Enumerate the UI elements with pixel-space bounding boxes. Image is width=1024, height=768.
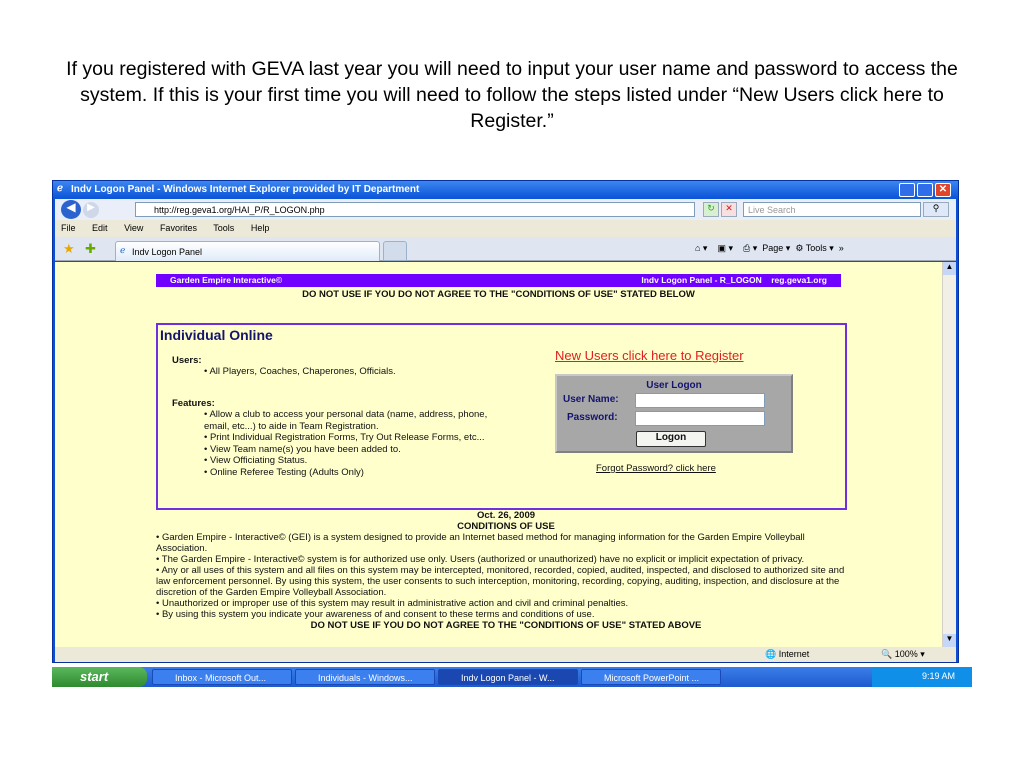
features-heading: Features: [172, 398, 215, 409]
zone-label: Internet [778, 649, 810, 659]
browser-window: ℯ Indv Logon Panel - Windows Internet Ex… [52, 180, 959, 663]
scroll-down-button[interactable]: ▼ [943, 634, 956, 647]
forward-button[interactable]: ▶ [83, 202, 99, 218]
stop-button[interactable]: ✕ [721, 202, 737, 217]
vertical-scrollbar[interactable]: ▲ ▼ [942, 262, 956, 647]
tools-menu-label: Tools [805, 243, 827, 253]
zoom-level: 100% [894, 649, 918, 659]
feeds-icon[interactable]: ▣ ▾ [717, 243, 733, 253]
internet-zone: 🌐 Internet [765, 649, 810, 659]
individual-online-panel: Individual Online Users: • All Players, … [156, 323, 847, 510]
panel-title: Individual Online [160, 327, 273, 343]
task-individuals[interactable]: Individuals - Windows... [295, 669, 435, 685]
condition-item: • Any or all uses of this system and all… [156, 565, 845, 598]
banner-right: Indv Logon Panel - R_LOGON reg.geva1.org [641, 275, 827, 285]
tab-indv-logon-panel[interactable]: ℯ Indv Logon Panel [115, 241, 380, 261]
warning-bottom: DO NOT USE IF YOU DO NOT AGREE TO THE "C… [310, 620, 702, 631]
add-favorite-icon[interactable]: ✚ [85, 241, 96, 257]
password-input[interactable] [635, 411, 765, 426]
new-tab-button[interactable] [383, 241, 407, 261]
logon-button[interactable]: Logon [636, 431, 706, 447]
print-icon[interactable]: ⎙ ▾ [743, 243, 757, 253]
ie-icon: ℯ [120, 245, 126, 255]
warning-top: DO NOT USE IF YOU DO NOT AGREE TO THE "C… [302, 289, 695, 300]
window-title: Indv Logon Panel - Windows Internet Expl… [71, 184, 420, 195]
title-bar: ℯ Indv Logon Panel - Windows Internet Ex… [53, 181, 958, 199]
feature-item: • View Team name(s) you have been added … [204, 443, 401, 455]
task-powerpoint[interactable]: Microsoft PowerPoint ... [581, 669, 721, 685]
feature-item: • Print Individual Registration Forms, T… [204, 432, 485, 443]
menu-edit[interactable]: Edit [92, 223, 108, 233]
scroll-up-button[interactable]: ▲ [943, 262, 956, 275]
page-content: Garden Empire Interactive© Indv Logon Pa… [55, 262, 942, 647]
task-inbox[interactable]: Inbox - Microsoft Out... [152, 669, 292, 685]
back-button[interactable]: ◀ [61, 200, 81, 219]
favorites-star-icon[interactable]: ★ [63, 241, 75, 257]
forgot-password-link[interactable]: Forgot Password? click here [596, 463, 716, 474]
ie-icon: ℯ [57, 183, 63, 194]
maximize-button[interactable] [917, 183, 933, 197]
banner-left: Garden Empire Interactive© [170, 275, 283, 285]
menu-bar: File Edit View Favorites Tools Help [55, 220, 956, 237]
site-banner: Garden Empire Interactive© Indv Logon Pa… [156, 274, 841, 287]
tools-menu[interactable]: ⚙ Tools ▾ [795, 243, 833, 253]
tab-bar: ★ ✚ ℯ Indv Logon Panel ⌂ ▾ ▣ ▾ ⎙ ▾ Page … [55, 237, 956, 261]
tab-label: Indv Logon Panel [132, 247, 203, 257]
menu-tools[interactable]: Tools [213, 223, 234, 233]
conditions-title: CONDITIONS OF USE [457, 521, 555, 532]
conditions-of-use: Oct. 26, 2009 CONDITIONS OF USE • Garden… [156, 510, 856, 631]
slide-caption: If you registered with GEVA last year yo… [66, 58, 958, 132]
password-label: Password: [567, 412, 618, 423]
status-bar: 🌐 Internet 🔍 100% ▾ [55, 647, 956, 662]
minimize-button[interactable] [899, 183, 915, 197]
url-input[interactable]: http://reg.geva1.org/HAI_P/R_LOGON.php [135, 202, 695, 217]
page-menu-label: Page [762, 243, 784, 253]
login-box: User Logon User Name: Password: Logon [555, 374, 793, 453]
search-input[interactable]: Live Search [743, 202, 921, 217]
command-bar: ⌂ ▾ ▣ ▾ ⎙ ▾ Page ▾ ⚙ Tools ▾ » [695, 243, 844, 253]
condition-item: • By using this system you indicate your… [156, 609, 595, 620]
address-bar-row: ◀ ▶ http://reg.geva1.org/HAI_P/R_LOGON.p… [55, 199, 956, 220]
system-tray: 9:19 AM [872, 667, 972, 687]
condition-item: • Unauthorized or improper use of this s… [156, 598, 629, 609]
home-icon[interactable]: ⌂ ▾ [695, 243, 707, 253]
menu-help[interactable]: Help [251, 223, 270, 233]
clock: 9:19 AM [922, 671, 956, 681]
menu-favorites[interactable]: Favorites [160, 223, 197, 233]
condition-item: • The Garden Empire - Interactive© syste… [156, 554, 805, 565]
zoom-control[interactable]: 🔍 100% ▾ [881, 649, 925, 660]
condition-item: • Garden Empire - Interactive© (GEI) is … [156, 532, 805, 554]
search-icon[interactable]: ⚲ [923, 202, 949, 217]
username-label: User Name: [563, 394, 619, 405]
users-heading: Users: [172, 355, 202, 366]
menu-file[interactable]: File [61, 223, 76, 233]
menu-view[interactable]: View [124, 223, 143, 233]
refresh-button[interactable]: ↻ [703, 202, 719, 217]
username-input[interactable] [635, 393, 765, 408]
feature-item: • Online Referee Testing (Adults Only) [204, 466, 364, 478]
feature-item: • View Officiating Status. [204, 455, 308, 466]
close-button[interactable]: ✕ [935, 183, 951, 197]
login-heading: User Logon [646, 380, 702, 391]
task-indv-logon-panel[interactable]: Indv Logon Panel - W... [438, 669, 578, 685]
start-button[interactable]: start [52, 667, 147, 687]
feature-item: • Allow a club to access your personal d… [204, 409, 488, 432]
taskbar: start Inbox - Microsoft Out... Individua… [52, 667, 972, 687]
users-item: • All Players, Coaches, Chaperones, Offi… [204, 366, 396, 377]
register-link[interactable]: New Users click here to Register [555, 348, 744, 363]
page-menu[interactable]: Page ▾ [762, 243, 790, 253]
date: Oct. 26, 2009 [476, 510, 536, 521]
